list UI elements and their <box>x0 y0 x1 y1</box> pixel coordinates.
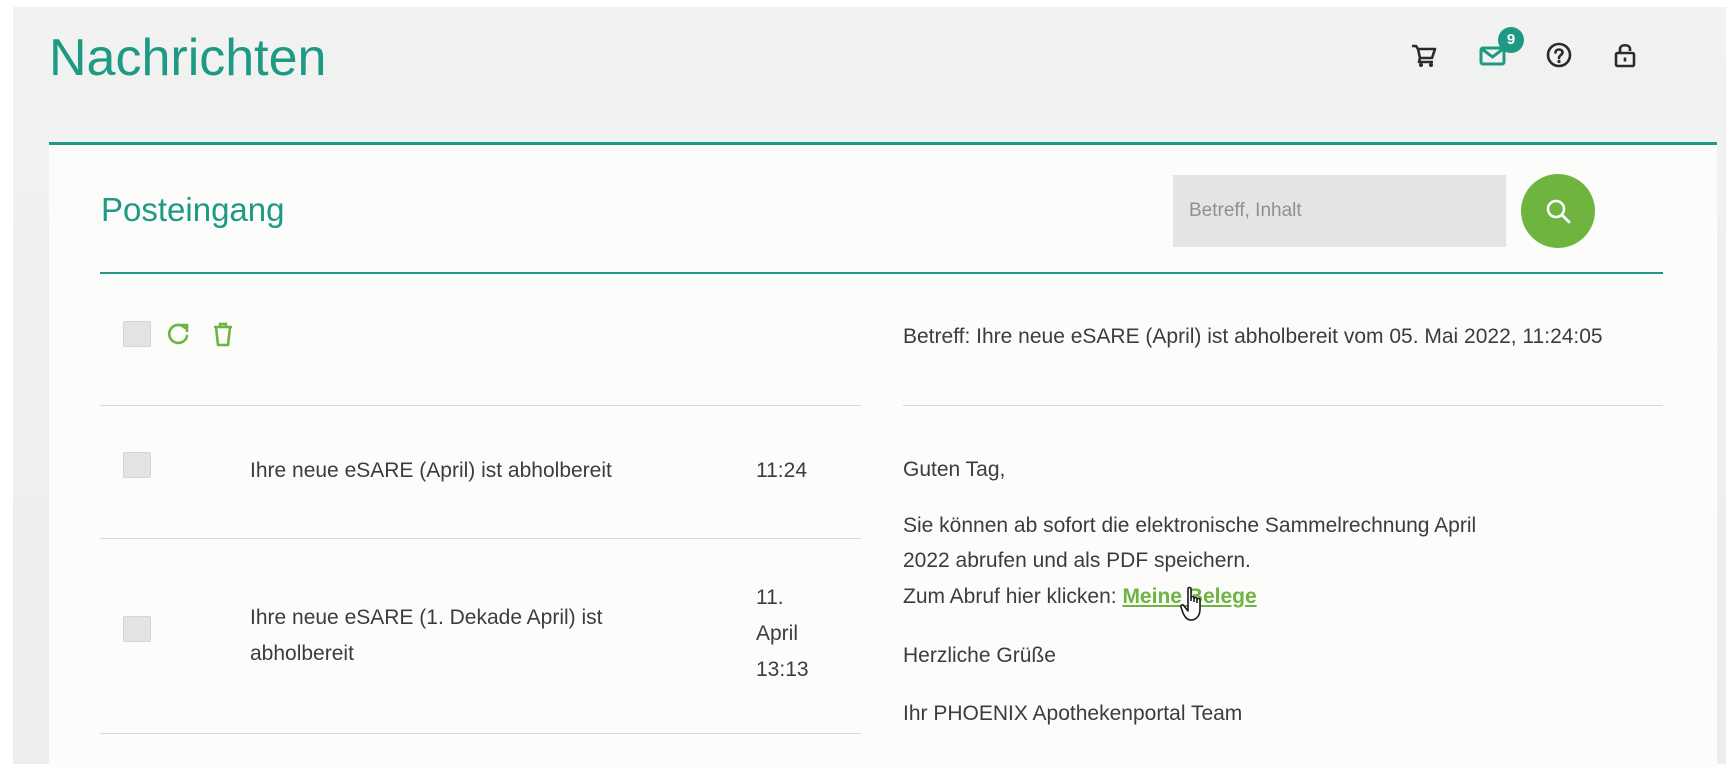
message-time: 11. April 13:13 <box>756 586 809 681</box>
mail-badge: 9 <box>1498 27 1524 53</box>
select-all-checkbox[interactable] <box>123 321 151 347</box>
refresh-icon[interactable] <box>165 319 193 349</box>
link-prefix: Zum Abruf hier klicken: <box>903 585 1117 608</box>
cart-icon[interactable] <box>1409 40 1439 70</box>
header-toolbar <box>1400 36 1660 80</box>
list-divider <box>100 733 861 734</box>
message-checkbox[interactable] <box>123 616 151 642</box>
trash-icon[interactable] <box>209 319 237 349</box>
message-time: 11:24 <box>756 459 807 482</box>
search-input[interactable] <box>1173 175 1506 247</box>
message-list-item[interactable]: Ihre neue eSARE (1. Dekade April) ist ab… <box>100 539 861 733</box>
message-body-line: 2022 abrufen und als PDF speichern. <box>903 549 1251 572</box>
message-subject: Ihre neue eSARE (1. Dekade April) ist ab… <box>250 606 603 665</box>
lock-icon[interactable] <box>1610 40 1640 70</box>
hand-cursor-icon <box>1180 586 1201 621</box>
detail-divider <box>903 405 1663 406</box>
section-divider <box>100 272 1663 274</box>
message-signature: Ihr PHOENIX Apothekenportal Team <box>903 702 1243 725</box>
inbox-title: Posteingang <box>101 191 285 228</box>
page-title: Nachrichten <box>49 29 327 87</box>
message-subject-line: Betreff: Ihre neue eSARE (April) ist abh… <box>903 325 1603 348</box>
message-list-item[interactable]: Ihre neue eSARE (April) ist abholbereit … <box>100 406 861 538</box>
message-closing: Herzliche Grüße <box>903 644 1056 667</box>
message-greeting: Guten Tag, <box>903 458 1006 481</box>
message-subject: Ihre neue eSARE (April) ist abholbereit <box>250 459 612 482</box>
help-icon[interactable] <box>1544 40 1574 70</box>
message-checkbox[interactable] <box>123 452 151 478</box>
message-body-line: Sie können ab sofort die elektronische S… <box>903 514 1477 537</box>
search-icon <box>1546 199 1571 224</box>
search-button[interactable] <box>1521 174 1595 248</box>
